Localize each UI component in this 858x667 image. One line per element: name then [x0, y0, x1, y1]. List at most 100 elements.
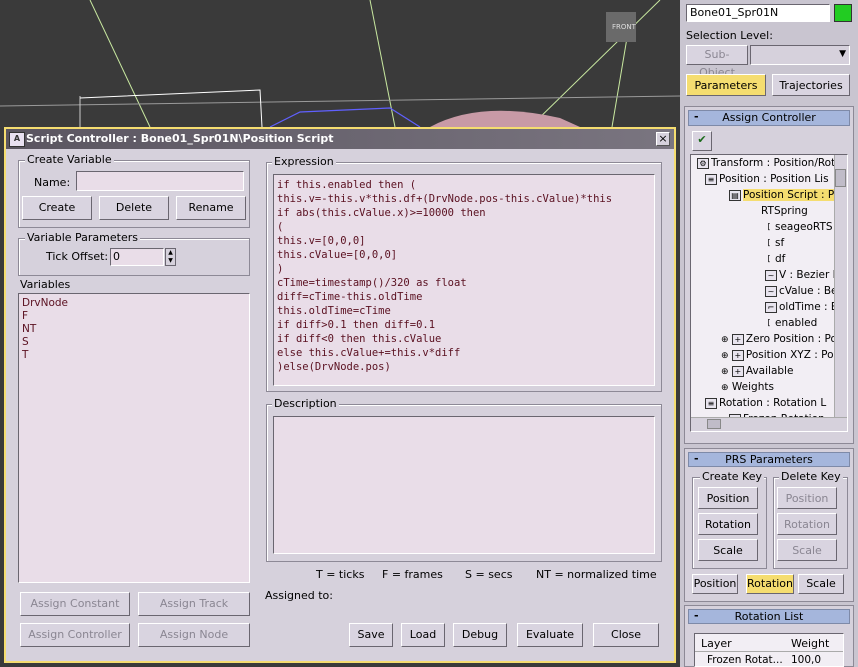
create-scale-key-button[interactable]: Scale: [698, 539, 758, 561]
tree-item[interactable]: ⊕ + Zero Position : Po: [721, 332, 837, 347]
command-panel: Bone01_Spr01N Selection Level: Sub-Objec…: [680, 0, 858, 667]
tree-hscroll-thumb[interactable]: [707, 419, 721, 429]
tree-item-selected[interactable]: ▤ Position Script : P: [729, 188, 835, 202]
close-icon[interactable]: ×: [656, 132, 670, 146]
tick-offset-spinner[interactable]: ▲ ▼: [165, 248, 176, 266]
rotation-layer-cell[interactable]: Frozen Rotat...: [707, 654, 783, 667]
dialog-title: Script Controller : Bone01_Spr01N\Positi…: [26, 132, 334, 145]
sub-object-button[interactable]: Sub-Object: [686, 45, 748, 79]
prs-parameters-header[interactable]: - PRS Parameters: [688, 452, 850, 467]
bezier-icon: ~: [765, 269, 777, 281]
variables-list[interactable]: DrvNode F NT S T: [18, 293, 250, 583]
tree-item[interactable]: ~ V : Bezier P: [765, 268, 839, 282]
delete-rotation-key-button[interactable]: Rotation: [777, 513, 837, 535]
rename-variable-button[interactable]: Rename: [176, 196, 246, 220]
load-button[interactable]: Load: [401, 623, 445, 647]
variables-label: Variables: [20, 278, 71, 291]
assign-controller-button[interactable]: Assign Controller: [20, 623, 130, 647]
prs-parameters-title: PRS Parameters: [725, 453, 813, 466]
list-item[interactable]: S: [22, 336, 29, 349]
list-item[interactable]: DrvNode: [22, 297, 68, 310]
close-button[interactable]: Close: [593, 623, 659, 647]
mode-scale-button[interactable]: Scale: [798, 574, 844, 594]
evaluate-button[interactable]: Evaluate: [517, 623, 583, 647]
tree-item[interactable]: ⊕ + Available: [721, 364, 793, 379]
create-rotation-key-button[interactable]: Rotation: [698, 513, 758, 535]
description-editor[interactable]: [273, 416, 655, 554]
script-controller-dialog: A Script Controller : Bone01_Spr01N\Posi…: [4, 127, 676, 663]
object-color-swatch[interactable]: [834, 4, 852, 22]
expand-icon: ⊕: [721, 383, 729, 393]
expand-icon: ⊕: [721, 335, 729, 345]
tree-item[interactable]: ⊕ Weights: [721, 380, 774, 395]
create-key-label: Create Key: [700, 470, 764, 483]
tree-item[interactable]: ⚙ Transform : Position/Rot: [697, 156, 835, 170]
tree-item[interactable]: RTSpring: [761, 204, 808, 218]
spinner-up-icon[interactable]: ▲: [166, 249, 175, 257]
tree-vscroll[interactable]: [834, 155, 847, 417]
mode-position-button[interactable]: Position: [692, 574, 738, 594]
assign-controller-button[interactable]: ✔: [692, 131, 712, 151]
col-weight-header: Weight: [791, 637, 830, 650]
save-button[interactable]: Save: [349, 623, 393, 647]
controller-tree[interactable]: ⚙ Transform : Position/Rot ≡ Position : Po…: [690, 154, 848, 432]
position-icon: +: [731, 349, 744, 361]
spinner-down-icon[interactable]: ▼: [166, 257, 175, 265]
code-line: diff=cTime-this.oldTime: [277, 291, 423, 303]
assign-track-button[interactable]: Assign Track: [138, 592, 250, 616]
code-line: (: [277, 221, 284, 233]
rotation-weight-cell[interactable]: 100,0: [791, 654, 821, 667]
create-variable-button[interactable]: Create: [22, 196, 92, 220]
variable-name-input[interactable]: [76, 171, 244, 191]
float-icon: ⌐: [765, 301, 777, 313]
tree-item[interactable]: ≡ Rotation : Rotation L: [705, 396, 826, 410]
list-item[interactable]: T: [22, 349, 28, 362]
collapse-icon: -: [694, 609, 699, 622]
tree-hscroll[interactable]: [691, 417, 847, 431]
expand-icon: ⊕: [721, 351, 729, 361]
dialog-titlebar[interactable]: A Script Controller : Bone01_Spr01N\Posi…: [6, 129, 674, 149]
rotation-list-header[interactable]: - Rotation List: [688, 609, 850, 624]
sub-object-dropdown[interactable]: ▼: [750, 45, 850, 65]
legend-ticks: T = ticks: [316, 568, 365, 581]
assign-controller-header[interactable]: - Assign Controller: [688, 110, 850, 126]
list-icon: ≡: [705, 397, 717, 409]
expression-editor[interactable]: if this.enabled then ( this.v=-this.v*th…: [273, 174, 655, 386]
tree-item[interactable]: [df: [765, 252, 785, 266]
variable-parameters-label: Variable Parameters: [25, 231, 140, 244]
tree-item[interactable]: [enabled: [765, 316, 817, 330]
col-layer-header: Layer: [701, 637, 732, 650]
transform-icon: ⚙: [697, 157, 709, 169]
list-item[interactable]: F: [22, 310, 28, 323]
create-position-key-button[interactable]: Position: [698, 487, 758, 509]
assign-node-button[interactable]: Assign Node: [138, 623, 250, 647]
list-icon: ≡: [705, 173, 717, 185]
code-line: ): [277, 263, 284, 275]
collapse-icon: -: [694, 452, 699, 465]
tree-item[interactable]: ⊕ + Position XYZ : Pos: [721, 348, 839, 363]
code-line: )else(DrvNode.pos): [277, 361, 391, 373]
name-label: Name:: [34, 176, 71, 189]
rotation-list-table[interactable]: Layer Weight Frozen Rotat... 100,0: [694, 633, 844, 667]
code-line: this.v=-this.v*this.df+(DrvNode.pos-this…: [277, 193, 613, 205]
expression-label: Expression: [272, 155, 336, 168]
list-item[interactable]: NT: [22, 323, 36, 336]
mode-rotation-button[interactable]: Rotation: [746, 574, 794, 594]
assign-constant-button[interactable]: Assign Constant: [20, 592, 130, 616]
tree-item[interactable]: [seageoRTS: [765, 220, 832, 234]
tab-parameters[interactable]: Parameters: [686, 74, 766, 96]
tree-item[interactable]: ~ cValue : Be: [765, 284, 837, 298]
delete-scale-key-button[interactable]: Scale: [777, 539, 837, 561]
debug-button[interactable]: Debug: [453, 623, 507, 647]
tick-offset-input[interactable]: 0: [110, 248, 164, 266]
tree-item[interactable]: ≡ Position : Position Lis: [705, 172, 829, 186]
tree-vscroll-thumb[interactable]: [835, 169, 846, 187]
code-line: if diff<0 then this.cValue: [277, 333, 442, 345]
tree-item[interactable]: ⌐ oldTime : B: [765, 300, 838, 314]
delete-position-key-button[interactable]: Position: [777, 487, 837, 509]
delete-variable-button[interactable]: Delete: [99, 196, 169, 220]
object-name-field[interactable]: Bone01_Spr01N: [686, 4, 830, 22]
tab-trajectories[interactable]: Trajectories: [772, 74, 850, 96]
code-line: if abs(this.cValue.x)>=10000 then: [277, 207, 486, 219]
tree-item[interactable]: [sf: [765, 236, 784, 250]
